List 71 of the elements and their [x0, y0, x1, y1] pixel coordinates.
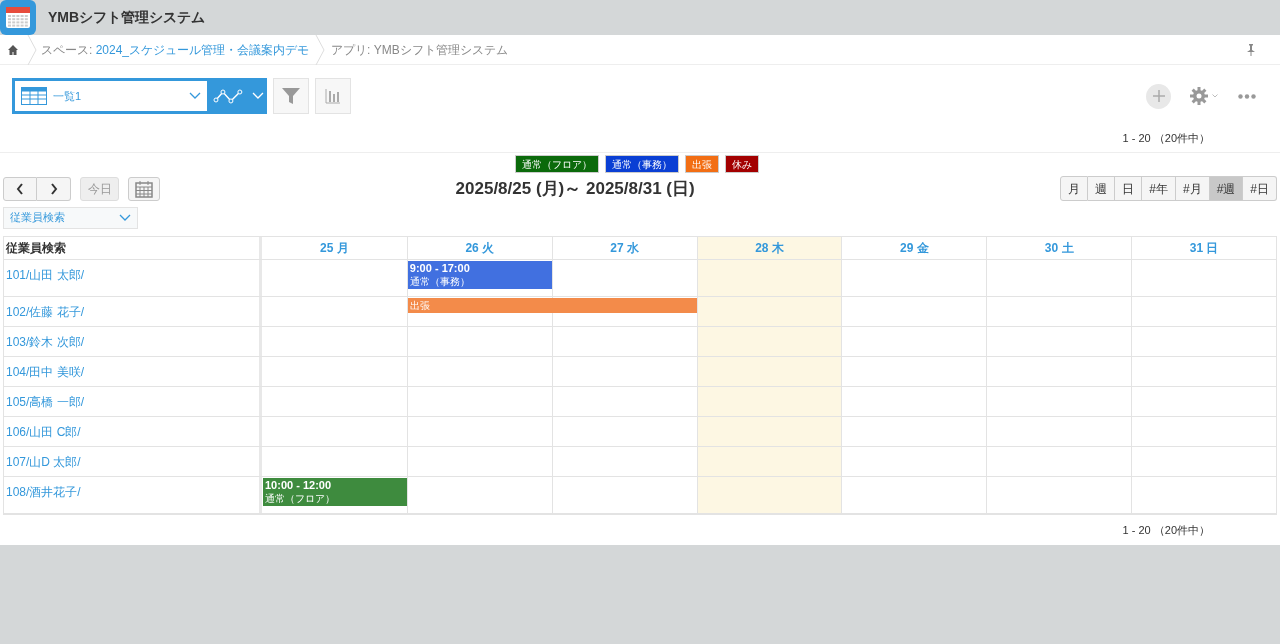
app-title: YMBシフト管理システム — [48, 8, 206, 27]
employee-link[interactable]: 108/酒井花子/ — [4, 477, 259, 513]
settings-button[interactable] — [1189, 86, 1218, 106]
chevron-down-icon — [1212, 92, 1218, 100]
breadcrumb-separator-icon — [315, 34, 326, 65]
app-breadcrumb[interactable]: アプリ: YMBシフト管理システム — [331, 40, 508, 59]
view-name: 一覧1 — [53, 88, 83, 104]
settings-icon — [1189, 86, 1209, 106]
view-mode-button[interactable]: #週 — [1209, 176, 1244, 201]
shift-event[interactable]: 出張 — [407, 298, 697, 313]
date-range-title: 2025/8/25 (月)～ 2025/8/31 (日) — [454, 177, 696, 200]
employee-link[interactable]: 103/鈴木 次郎/ — [4, 327, 259, 356]
legend-tag: 通常（事務） — [605, 155, 679, 173]
chevron-down-icon — [189, 92, 202, 100]
chevron-down-icon — [252, 92, 264, 100]
dropdown-placeholder: 従業員検索 — [10, 210, 66, 226]
employee-link[interactable]: 106/山田 C郎/ — [4, 417, 259, 446]
graph-icon[interactable] — [213, 87, 244, 105]
employee-link[interactable]: 101/山田 太郎/ — [4, 260, 259, 296]
date-picker-button[interactable] — [128, 176, 160, 201]
record-count: 1 - 20 （20件中） — [1122, 522, 1210, 538]
shift-event[interactable]: 10:00 - 12:00 通常（フロア） — [263, 478, 407, 506]
employee-link[interactable]: 107/山D 太郎/ — [4, 447, 259, 476]
view-mode-button[interactable]: #年 — [1142, 176, 1176, 201]
view-dropdown[interactable]: 一覧1 — [15, 81, 208, 111]
day-header: 28 木 — [696, 237, 842, 259]
day-header: 30 土 — [986, 237, 1132, 259]
today-button[interactable]: 今日 — [80, 176, 119, 201]
event-label: 通常（事務） — [409, 275, 471, 288]
event-time: 10:00 - 12:00 — [265, 479, 333, 492]
employee-link[interactable]: 105/高橋 一郎/ — [4, 387, 259, 416]
space-link[interactable]: 2024_スケジュール管理・会議案内デモ — [95, 42, 310, 57]
bar-chart-icon — [325, 88, 341, 104]
day-header: 27 水 — [551, 237, 697, 259]
shift-event[interactable]: 9:00 - 17:00 通常（事務） — [407, 261, 552, 289]
breadcrumb-separator-icon — [27, 34, 37, 65]
legend-tag: 通常（フロア） — [515, 155, 599, 173]
previous-button[interactable] — [3, 176, 37, 201]
view-mode-button[interactable]: 月 — [1060, 176, 1089, 201]
plus-icon — [1151, 89, 1166, 103]
legend-tag: 出張 — [685, 155, 719, 173]
employee-link[interactable]: 104/田中 美咲/ — [4, 357, 259, 386]
chevron-right-icon — [49, 182, 58, 195]
pin-icon[interactable] — [1246, 43, 1256, 56]
column-header: 従業員検索 — [5, 240, 67, 257]
day-header: 31 日 — [1131, 237, 1276, 259]
employee-link[interactable]: 102/佐藤 花子/ — [4, 297, 259, 326]
view-mode-button[interactable]: 日 — [1115, 176, 1143, 201]
next-button[interactable] — [37, 176, 71, 201]
home-icon[interactable] — [7, 43, 19, 56]
more-icon[interactable] — [1238, 93, 1256, 99]
event-label: 通常（フロア） — [265, 492, 336, 505]
chevron-left-icon — [16, 182, 24, 195]
view-mode-button[interactable]: #日 — [1243, 176, 1277, 201]
table-icon — [21, 87, 47, 105]
calendar-icon — [135, 179, 153, 198]
view-mode-button[interactable]: #月 — [1175, 176, 1210, 201]
add-button[interactable] — [1146, 83, 1171, 109]
view-mode-button[interactable]: 週 — [1088, 176, 1116, 201]
chevron-down-icon — [119, 213, 131, 222]
filter-button[interactable] — [273, 78, 309, 114]
legend-tag: 休み — [725, 155, 759, 173]
day-header: 29 金 — [841, 237, 987, 259]
record-count: 1 - 20 （20件中） — [1122, 131, 1210, 147]
employee-search-dropdown[interactable]: 従業員検索 — [3, 206, 138, 229]
filter-icon — [281, 86, 301, 106]
day-header: 26 火 — [406, 237, 552, 259]
space-breadcrumb: スペース: 2024_スケジュール管理・会議案内デモ — [41, 41, 310, 59]
chart-button[interactable] — [315, 78, 351, 114]
day-header: 25 月 — [319, 240, 350, 257]
event-time: 9:00 - 17:00 — [409, 262, 471, 275]
